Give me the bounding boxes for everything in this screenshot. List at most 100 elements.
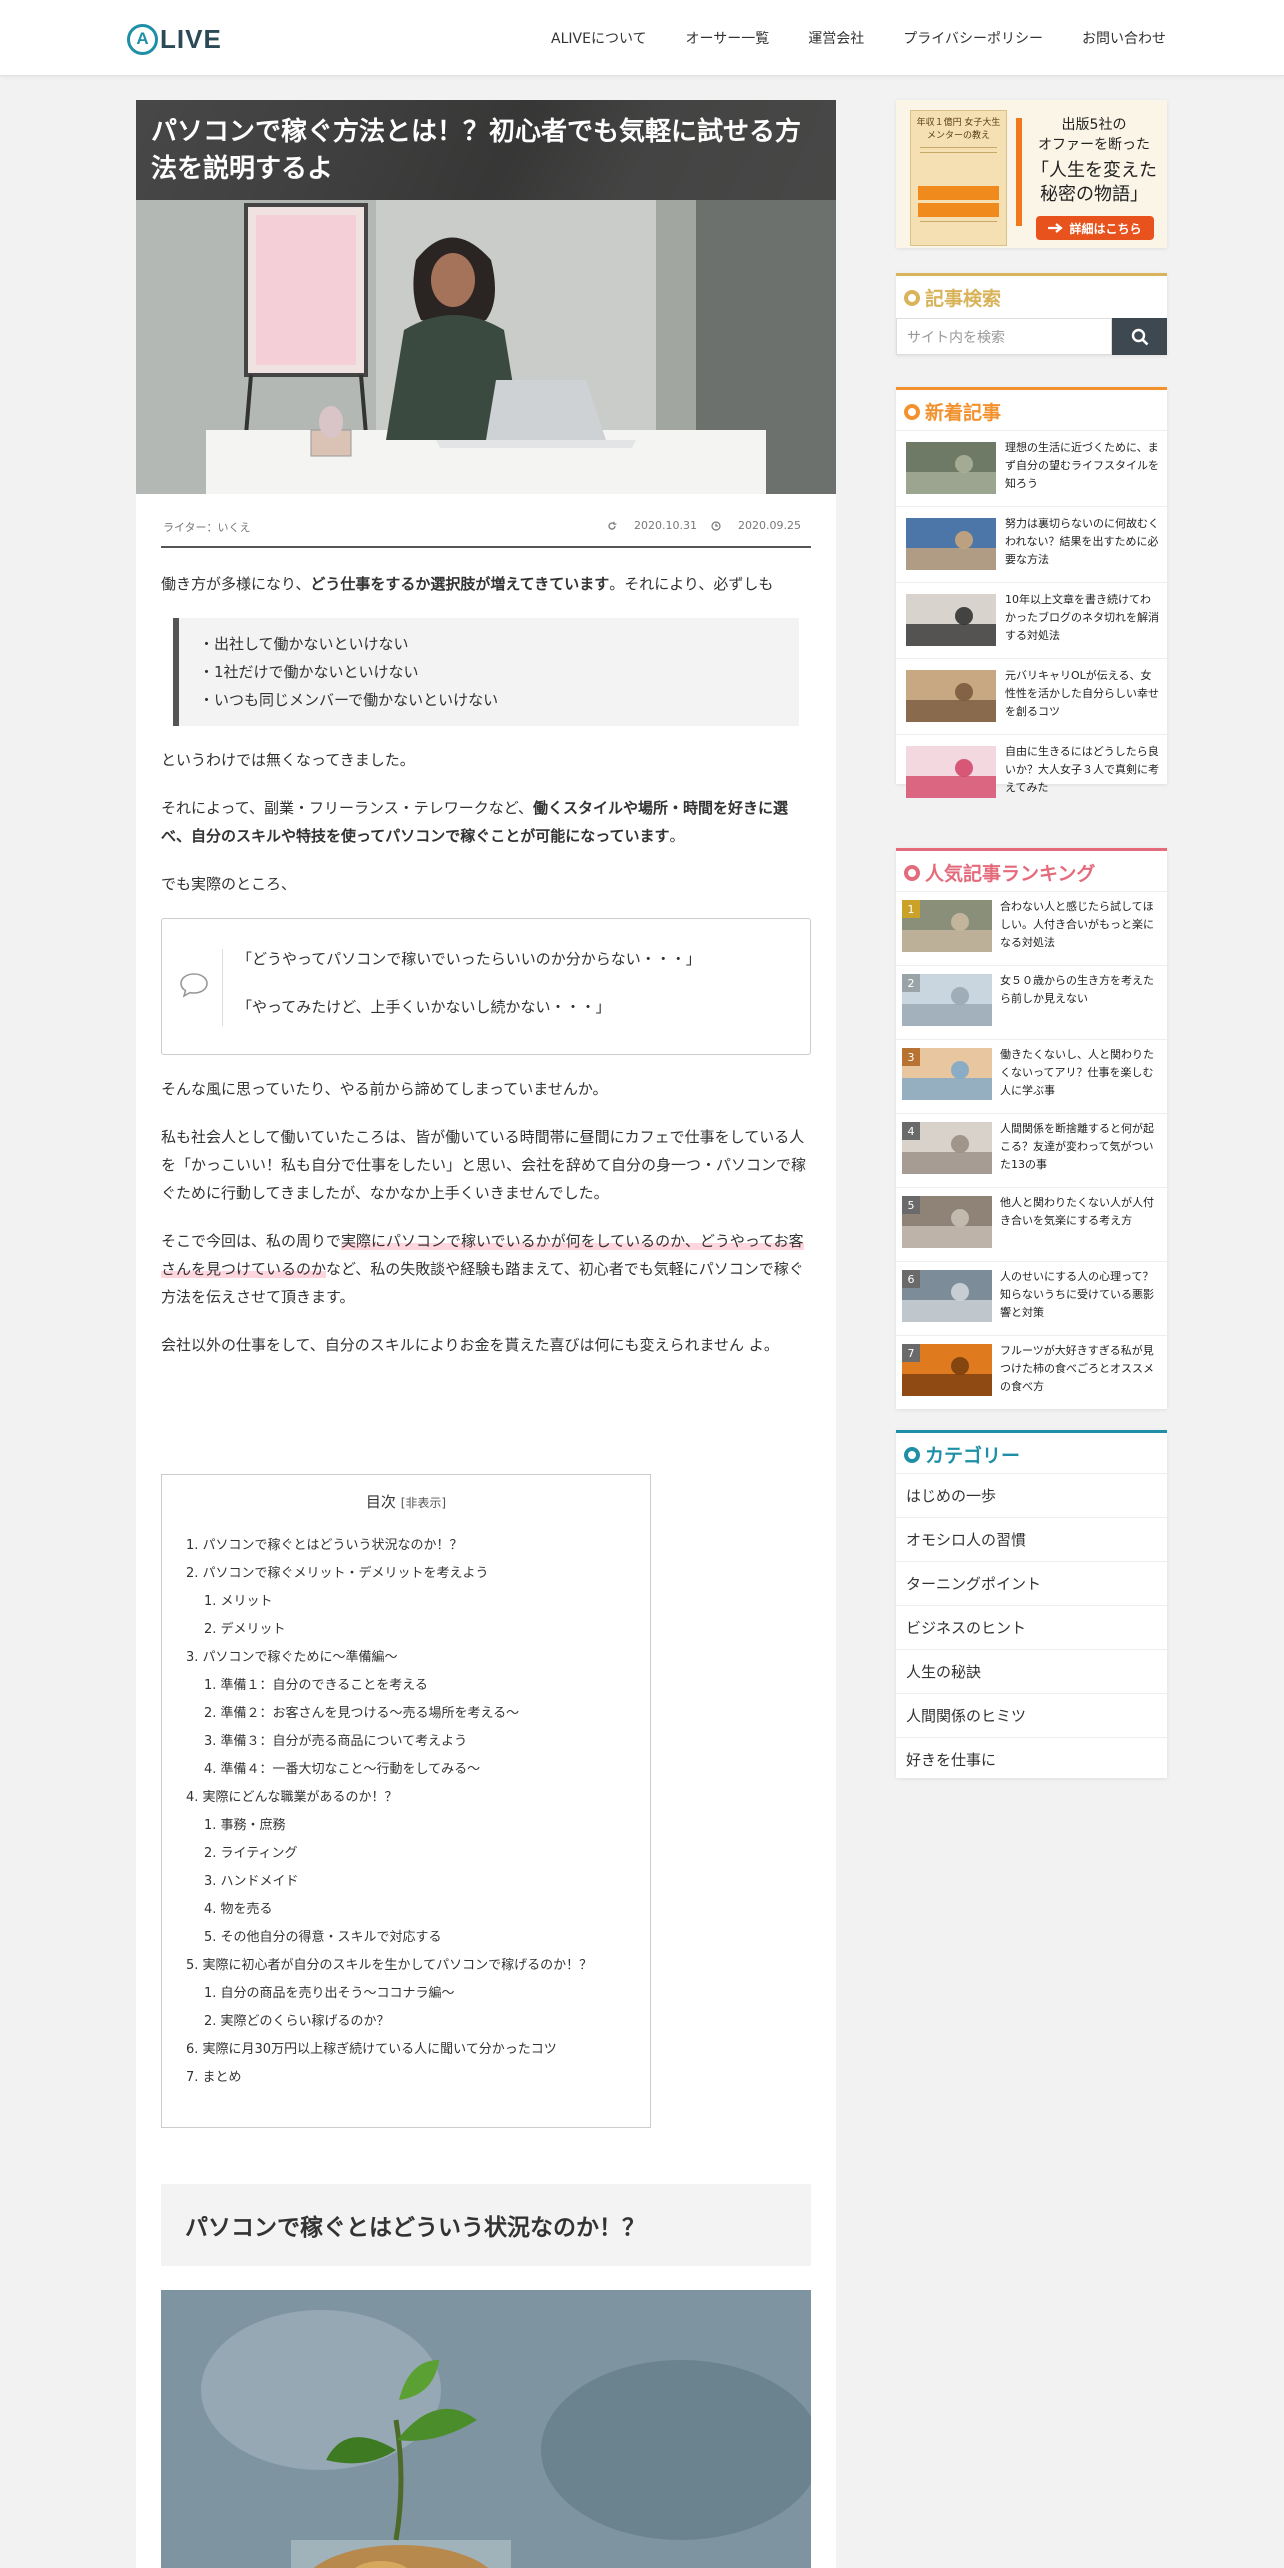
quote-line: ・1社だけで働かないといけない — [199, 663, 419, 681]
toc-item[interactable]: 1. メリット — [186, 1588, 650, 1616]
toc-item[interactable]: 4. 準備４：一番大切なこと～行動をしてみる～ — [186, 1756, 650, 1784]
widget-heading: カテゴリー — [896, 1433, 1167, 1476]
hero-photo — [136, 200, 836, 494]
post-title[interactable]: 元バリキャリOLが伝える、女性性を活かした自分らしい幸せを創るコツ — [1005, 667, 1161, 721]
ranking-title[interactable]: 人間関係を断捨離すると何が起こる？友達が変わって気がついた13の事 — [1000, 1120, 1162, 1174]
search-button[interactable] — [1112, 318, 1167, 355]
promo-banner[interactable]: 年収１億円 女子大生メンターの教え 出版5社の オファーを断った 「人生を変えた… — [896, 100, 1167, 248]
new-post-item[interactable]: 理想の生活に近づくために、まず自分の望むライフスタイルを知ろう — [896, 430, 1167, 506]
site-logo[interactable]: A LIVE — [127, 22, 222, 56]
paragraph: 働き方が多様になり、どう仕事をするか選択肢が増えてきています。それにより、必ずし… — [161, 575, 774, 593]
balloon-line: 「やってみたけど、上手くいかないし続かない・・・」 — [237, 998, 611, 1016]
new-post-item[interactable]: 元バリキャリOLが伝える、女性性を活かした自分らしい幸せを創るコツ — [896, 658, 1167, 734]
updated-date-text: 2020.10.31 — [634, 519, 698, 532]
widget-heading: 人気記事ランキング — [896, 851, 1167, 894]
nav-company[interactable]: 運営会社 — [808, 28, 864, 48]
quote-line: ・いつも同じメンバーで働かないといけない — [199, 691, 499, 709]
refresh-icon — [608, 521, 617, 530]
toc-toggle[interactable]: [非表示] — [401, 1496, 446, 1510]
ranking-item[interactable]: 1 合わない人と感じたら試してほしい。人付き合いがもっと楽になる対処法 — [896, 891, 1167, 965]
category-link[interactable]: はじめの一歩 — [896, 1473, 1167, 1517]
ranking-title[interactable]: 他人と関わりたくない人が人付き合いを気楽にする考え方 — [1000, 1194, 1162, 1230]
ranking-title[interactable]: 人のせいにする人の心理って？知らないうちに受けている悪影響と対策 — [1000, 1268, 1162, 1322]
widget-heading: 記事検索 — [896, 276, 1167, 319]
search-widget: 記事検索 サイト内を検索 — [896, 273, 1167, 355]
toc-item[interactable]: 5. その他自分の得意・スキルで対応する — [186, 1924, 650, 1952]
widget-heading: 新着記事 — [896, 390, 1167, 433]
rank-number-badge: 4 — [902, 1122, 920, 1140]
book-cover: 年収１億円 女子大生メンターの教え — [910, 110, 1007, 246]
post-title[interactable]: 自由に生きるにはどうしたら良いか？大人女子３人で真剣に考えてみた — [1005, 743, 1161, 797]
quote-box: ・出社して働かないといけない ・1社だけで働かないといけない ・いつも同じメンバ… — [173, 618, 799, 726]
ranking-title[interactable]: フルーツが大好きすぎる私が見つけた柿の食べごろとオススメの食べ方 — [1000, 1342, 1162, 1396]
post-title[interactable]: 理想の生活に近づくために、まず自分の望むライフスタイルを知ろう — [1005, 439, 1161, 493]
toc-item[interactable]: 3. ハンドメイド — [186, 1868, 650, 1896]
ranking-item[interactable]: 6 人のせいにする人の心理って？知らないうちに受けている悪影響と対策 — [896, 1261, 1167, 1335]
toc-item[interactable]: 2. 準備２：お客さんを見つける～売る場所を考える～ — [186, 1700, 650, 1728]
toc-item[interactable]: 4. 実際にどんな職業があるのか！？ — [186, 1784, 650, 1812]
toc-item[interactable]: 2. パソコンで稼ぐメリット・デメリットを考えよう — [186, 1560, 650, 1588]
article-meta: ライター：いくえ 2020.10.31 2020.09.25 — [161, 508, 811, 548]
category-link[interactable]: ターニングポイント — [896, 1561, 1167, 1605]
ranking-item[interactable]: 3 働きたくないし、人と関わりたくないってアリ？仕事を楽しむ人に学ぶ事 — [896, 1039, 1167, 1113]
ranking-item[interactable]: 2 女５０歳からの生き方を考えたら前しか見えない — [896, 965, 1167, 1039]
search-input[interactable]: サイト内を検索 — [896, 318, 1112, 355]
toc-item[interactable]: 4. 物を売る — [186, 1896, 650, 1924]
post-thumbnail[interactable] — [906, 670, 996, 722]
nav-authors[interactable]: オーサー一覧 — [686, 28, 770, 48]
toc-item[interactable]: 5. 実際に初心者が自分のスキルを生かしてパソコンで稼げるのか！？ — [186, 1952, 650, 1980]
toc-item[interactable]: 6. 実際に月30万円以上稼ぎ続けている人に聞いて分かったコツ — [186, 2036, 650, 2064]
toc-item[interactable]: 2. ライティング — [186, 1840, 650, 1868]
ranking-title[interactable]: 合わない人と感じたら試してほしい。人付き合いがもっと楽になる対処法 — [1000, 898, 1162, 952]
nav-contact[interactable]: お問い合わせ — [1082, 28, 1166, 48]
ranking-title[interactable]: 働きたくないし、人と関わりたくないってアリ？仕事を楽しむ人に学ぶ事 — [1000, 1046, 1162, 1100]
paragraph: というわけでは無くなってきました。 — [161, 751, 415, 769]
toc-item[interactable]: 1. パソコンで稼ぐとはどういう状況なのか！？ — [186, 1532, 650, 1560]
ranking-item[interactable]: 5 他人と関わりたくない人が人付き合いを気楽にする考え方 — [896, 1187, 1167, 1261]
arrow-right-icon — [1048, 223, 1064, 233]
paragraph: そこで今回は、私の周りで実際にパソコンで稼いでいるかが何をしているのか、どうやっ… — [161, 1232, 804, 1306]
ranking-widget: 人気記事ランキング 1 合わない人と感じたら試してほしい。人付き合いがもっと楽にな… — [896, 848, 1167, 1409]
book-title: 年収１億円 女子大生メンターの教え — [916, 118, 1001, 141]
toc-list: 1. パソコンで稼ぐとはどういう状況なのか！？ 2. パソコンで稼ぐメリット・デメ… — [186, 1532, 650, 2092]
banner-text: 出版5社の オファーを断った 「人生を変えた 秘密の物語」 — [1031, 117, 1157, 205]
toc-item[interactable]: 1. 自分の商品を売り出そう～ココナラ編～ — [186, 1980, 650, 2008]
toc-item[interactable]: 1. 事務・庶務 — [186, 1812, 650, 1840]
category-link[interactable]: 人生の秘訣 — [896, 1649, 1167, 1693]
category-link[interactable]: 好きを仕事に — [896, 1737, 1167, 1781]
new-post-item[interactable]: 10年以上文章を書き続けてわかったブログのネタ切れを解消する対処法 — [896, 582, 1167, 658]
post-title[interactable]: 10年以上文章を書き続けてわかったブログのネタ切れを解消する対処法 — [1005, 591, 1161, 645]
rank-number-badge: 1 — [902, 900, 920, 918]
ranking-item[interactable]: 4 人間関係を断捨離すると何が起こる？友達が変わって気がついた13の事 — [896, 1113, 1167, 1187]
toc-item[interactable]: 1. 準備１：自分のできることを考える — [186, 1672, 650, 1700]
toc-item[interactable]: 2. 実際どのくらい稼げるのか？ — [186, 2008, 650, 2036]
article-body: 働き方が多様になり、どう仕事をするか選択肢が増えてきています。それにより、必ずし… — [161, 570, 811, 1379]
circle-icon — [904, 1446, 920, 1463]
new-posts-widget: 新着記事 理想の生活に近づくために、まず自分の望むライフスタイルを知ろう 努力は裏… — [896, 387, 1167, 798]
post-thumbnail[interactable] — [906, 442, 996, 494]
section-image — [161, 2290, 811, 2568]
category-link[interactable]: 人間関係のヒミツ — [896, 1693, 1167, 1737]
paragraph: 会社以外の仕事をして、自分のスキルによりお金を貰えた喜びは何にも変えられません … — [161, 1336, 779, 1354]
speech-balloon: 「どうやってパソコンで稼いでいったらいいのか分からない・・・」 「やってみたけど… — [161, 918, 811, 1055]
quote-line: ・出社して働かないといけない — [199, 635, 409, 653]
post-title[interactable]: 努力は裏切らないのに何故むくわれない？結果を出すために必要な方法 — [1005, 515, 1161, 569]
new-post-item[interactable]: 自由に生きるにはどうしたら良いか？大人女子３人で真剣に考えてみた — [896, 734, 1167, 810]
toc-item[interactable]: 2. デメリット — [186, 1616, 650, 1644]
toc-item[interactable]: 3. 準備３：自分が売る商品について考えよう — [186, 1728, 650, 1756]
post-thumbnail[interactable] — [906, 746, 996, 798]
post-thumbnail[interactable] — [906, 594, 996, 646]
toc-item[interactable]: 7. まとめ — [186, 2064, 650, 2092]
article-writer[interactable]: ライター：いくえ — [163, 519, 251, 535]
toc-item[interactable]: 3. パソコンで稼ぐために～準備編～ — [186, 1644, 650, 1672]
nav-about[interactable]: ALIVEについて — [551, 28, 647, 48]
nav-privacy[interactable]: プライバシーポリシー — [903, 28, 1043, 48]
category-link[interactable]: ビジネスのヒント — [896, 1605, 1167, 1649]
category-link[interactable]: オモシロ人の習慣 — [896, 1517, 1167, 1561]
ranking-item[interactable]: 7 フルーツが大好きすぎる私が見つけた柿の食べごろとオススメの食べ方 — [896, 1335, 1167, 1409]
rank-number-badge: 7 — [902, 1344, 920, 1362]
ranking-title[interactable]: 女５０歳からの生き方を考えたら前しか見えない — [1000, 972, 1162, 1008]
post-thumbnail[interactable] — [906, 518, 996, 570]
new-post-item[interactable]: 努力は裏切らないのに何故むくわれない？結果を出すために必要な方法 — [896, 506, 1167, 582]
banner-detail-button[interactable]: 詳細はこちら — [1036, 216, 1154, 240]
